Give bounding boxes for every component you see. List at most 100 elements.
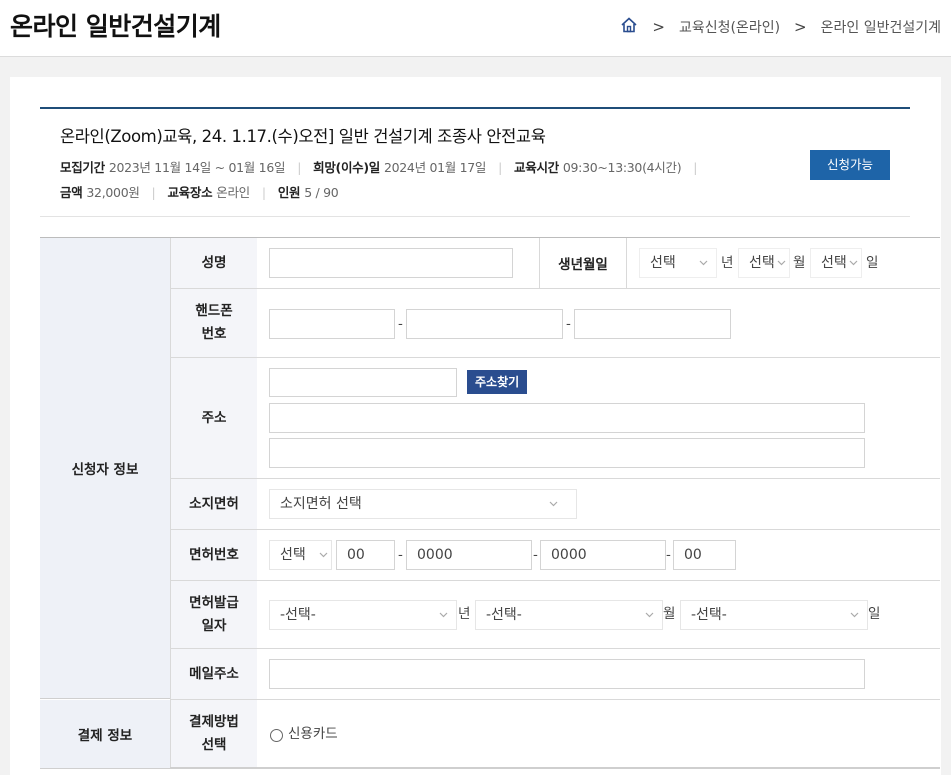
phone-part-2-input[interactable] [406, 309, 563, 339]
address-line-1-input[interactable] [269, 403, 865, 433]
birth-month-select[interactable]: 선택 [738, 248, 790, 278]
people-value: 5 / 90 [304, 185, 339, 200]
address-search-button[interactable]: 주소찾기 [467, 370, 528, 394]
breadcrumb-item-current[interactable]: 온라인 일반건설기계 [821, 17, 941, 37]
license-number-part-2-input[interactable]: 0000 [406, 540, 532, 570]
birth-label: 생년월일 [539, 238, 627, 288]
time-value: 09:30~13:30(4시간) [562, 160, 682, 175]
phone-label: 핸드폰번호 [170, 289, 257, 357]
birth-month-value: 선택 [749, 255, 775, 271]
phone-dash: - [398, 316, 403, 332]
license-select-value: 소지면허 선택 [280, 496, 362, 512]
place-value: 온라인 [216, 185, 250, 200]
zipcode-input[interactable] [269, 368, 457, 397]
issue-date-label-line-2: 일자 [201, 617, 227, 634]
birth-year-value: 선택 [650, 255, 676, 271]
fee-value: 32,000원 [86, 185, 140, 200]
chevron-down-icon [439, 612, 448, 618]
recruit-label: 모집기간 [60, 160, 105, 175]
birth-day-select[interactable]: 선택 [810, 248, 862, 278]
issue-date-cell: -선택- 년 -선택- 월 -선택- 일 [257, 581, 940, 648]
phone-part-3-input[interactable] [574, 309, 731, 339]
place-label: 교육장소 [167, 185, 213, 200]
course-title: 온라인(Zoom)교육, 24. 1.17.(수)오전] 일반 건설기계 조종사… [60, 127, 546, 146]
page-title: 온라인 일반건설기계 [10, 12, 221, 41]
desired-date-label: 희망(이수)일 [313, 160, 380, 175]
chevron-down-icon [850, 612, 859, 618]
row-email: 메일주소 [170, 649, 940, 700]
chevron-down-icon [777, 260, 786, 266]
license-dash: - [533, 547, 538, 563]
payment-label-line-1: 결제방법 [189, 713, 239, 730]
phone-label-line-1: 핸드폰 [195, 303, 233, 320]
row-license: 소지면허 소지면허 선택 [170, 479, 940, 530]
license-dash: - [666, 547, 671, 563]
row-phone: 핸드폰번호 - - [170, 289, 940, 358]
address-label: 주소 [170, 358, 257, 478]
payment-cell: 신용카드 [257, 700, 940, 767]
license-region-value: 선택 [280, 547, 306, 563]
chevron-down-icon [699, 260, 708, 266]
row-address: 주소 주소찾기 [170, 358, 940, 479]
row-license-number: 면허번호 선택 00 - 0000 - 0000 - 00 [170, 530, 940, 581]
issue-day-select[interactable]: -선택- [680, 600, 868, 630]
issue-month-select[interactable]: -선택- [475, 600, 663, 630]
birth-day-value: 선택 [821, 255, 847, 271]
license-number-part-1-input[interactable]: 00 [336, 540, 395, 570]
recruit-value: 2023년 11월 14일 ~ 01월 16일 [108, 160, 286, 175]
payment-section-label: 결제 정보 [40, 700, 170, 769]
license-label: 소지면허 [170, 479, 257, 529]
phone-cell: - - [257, 289, 940, 357]
license-number-part-3-input[interactable]: 0000 [540, 540, 666, 570]
issue-day-value: -선택- [691, 607, 727, 623]
email-label: 메일주소 [170, 649, 257, 699]
payment-method-label: 결제방법선택 [170, 700, 257, 767]
month-unit: 월 [793, 255, 806, 271]
birth-year-select[interactable]: 선택 [639, 248, 717, 278]
credit-card-radio[interactable] [270, 729, 283, 742]
issue-year-value: -선택- [280, 607, 316, 623]
chevron-down-icon [319, 552, 328, 558]
phone-label-line-2: 번호 [201, 326, 227, 342]
address-line-2-input[interactable] [269, 438, 865, 468]
issue-month-unit: 월 [663, 606, 676, 622]
payment-label-line-2: 선택 [201, 736, 227, 753]
breadcrumb-separator-icon: > [794, 18, 807, 36]
issue-date-label-line-1: 면허발급 [189, 594, 239, 611]
license-number-part-4-input[interactable]: 00 [673, 540, 736, 570]
license-dash: - [398, 547, 403, 563]
issue-day-unit: 일 [868, 606, 881, 622]
license-region-select[interactable]: 선택 [269, 540, 332, 570]
course-info: 온라인(Zoom)교육, 24. 1.17.(수)오전] 일반 건설기계 조종사… [40, 107, 910, 217]
application-form: 신청자 정보 결제 정보 성명 생년월일 선택 년 선택 월 선택 일 핸드폰 … [40, 237, 940, 769]
credit-card-label[interactable]: 신용카드 [288, 719, 338, 749]
name-cell: 생년월일 선택 년 선택 월 선택 일 [257, 238, 940, 288]
apply-status-button[interactable]: 신청가능 [810, 150, 890, 180]
year-unit: 년 [721, 255, 734, 271]
issue-year-select[interactable]: -선택- [269, 600, 457, 630]
applicant-section-label: 신청자 정보 [40, 238, 170, 699]
address-cell: 주소찾기 [257, 358, 940, 478]
time-label: 교육시간 [514, 160, 559, 175]
breadcrumb-item-application[interactable]: 교육신청(온라인) [679, 17, 780, 37]
license-select[interactable]: 소지면허 선택 [269, 489, 577, 519]
name-input[interactable] [269, 248, 513, 278]
chevron-down-icon [849, 260, 858, 266]
breadcrumb-separator-icon: > [652, 18, 665, 36]
row-payment: 결제방법선택 신용카드 [170, 700, 940, 769]
email-input[interactable] [269, 659, 865, 689]
desired-date-value: 2024년 01월 17일 [383, 160, 487, 175]
issue-month-value: -선택- [486, 607, 522, 623]
row-name: 성명 생년월일 선택 년 선택 월 선택 일 [170, 238, 940, 289]
license-number-label: 면허번호 [170, 530, 257, 580]
content-panel: 온라인(Zoom)교육, 24. 1.17.(수)오전] 일반 건설기계 조종사… [10, 77, 941, 775]
phone-part-1-input[interactable] [269, 309, 395, 339]
issue-year-unit: 년 [458, 606, 471, 622]
home-icon[interactable] [620, 16, 638, 38]
name-label: 성명 [170, 238, 257, 288]
divider: | [297, 160, 302, 175]
chevron-down-icon [549, 501, 558, 507]
course-info-line-1: 모집기간 2023년 11월 14일 ~ 01월 16일 | 희망(이수)일 2024년… [60, 157, 890, 176]
chevron-down-icon [645, 612, 654, 618]
breadcrumb: > 교육신청(온라인) > 온라인 일반건설기계 [620, 16, 941, 38]
